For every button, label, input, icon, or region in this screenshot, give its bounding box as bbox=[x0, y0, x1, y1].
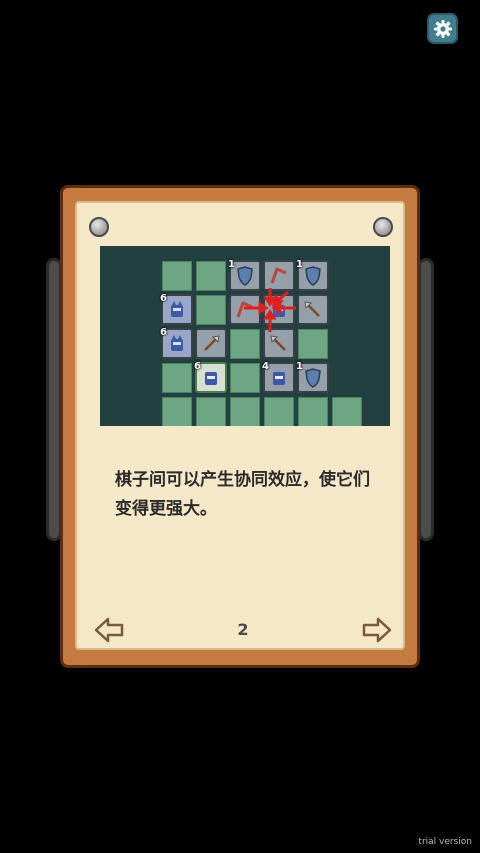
watermark: trial version bbox=[418, 837, 472, 847]
pin-left bbox=[89, 217, 109, 237]
next-page-button[interactable] bbox=[361, 616, 393, 644]
prev-page-button[interactable] bbox=[93, 616, 125, 644]
unit-knight: 6 bbox=[160, 293, 193, 325]
tutorial-illustration: 1 1 6 6 6 4 1 bbox=[100, 246, 390, 426]
unit-soldier: 4 bbox=[262, 361, 295, 393]
tutorial-text: 棋子间可以产生协同效应，使它们 变得更强大。 bbox=[115, 466, 405, 524]
unit-spear bbox=[297, 294, 329, 325]
tutorial-line-2: 变得更强大。 bbox=[115, 499, 217, 519]
page-number: 2 bbox=[237, 620, 249, 639]
gear-icon bbox=[433, 19, 452, 38]
arrow-left-icon bbox=[94, 617, 124, 643]
pin-right bbox=[373, 217, 393, 237]
right-side-bar bbox=[418, 258, 434, 541]
tutorial-paper: 1 1 6 6 6 4 1 棋子间可以产生协同效应，使它们 变得更强大。 2 bbox=[75, 201, 405, 650]
unit-shield: 1 bbox=[296, 361, 329, 393]
tutorial-board: 1 1 6 6 6 4 1 棋子间可以产生协同效应，使它们 变得更强大。 2 bbox=[60, 185, 420, 668]
unit-shield: 1 bbox=[296, 259, 329, 291]
tutorial-line-1: 棋子间可以产生协同效应，使它们 bbox=[115, 470, 370, 490]
unit-soldier: 6 bbox=[194, 361, 227, 393]
unit-spear bbox=[195, 328, 227, 359]
synergy-arrows bbox=[244, 288, 296, 332]
unit-knight: 6 bbox=[160, 327, 193, 359]
arrow-right-icon bbox=[362, 617, 392, 643]
settings-button[interactable] bbox=[427, 13, 458, 44]
